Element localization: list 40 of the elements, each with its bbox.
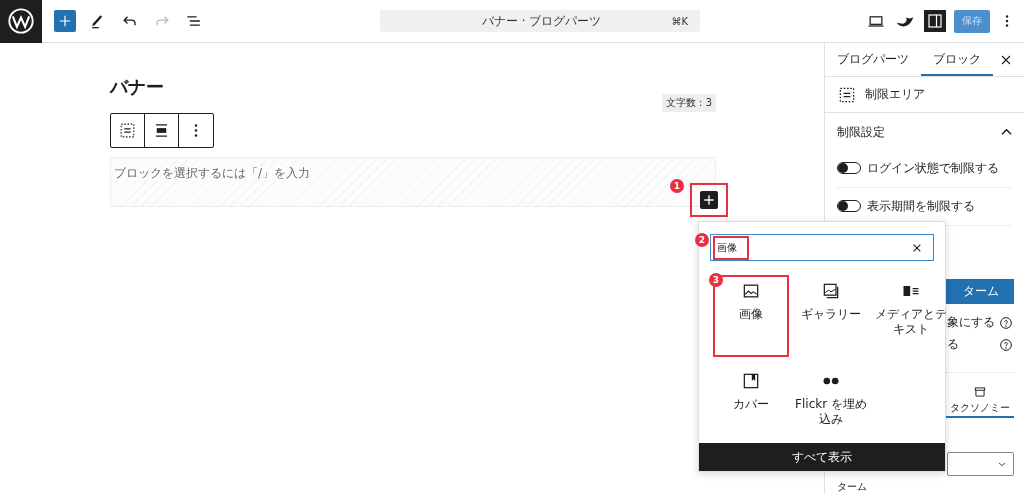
toggle-switch[interactable] — [837, 162, 861, 175]
block-name: 制限エリア — [865, 86, 925, 104]
block-option[interactable]: ギャラリー — [791, 273, 871, 353]
field-label: ターム — [836, 480, 868, 494]
word-count: 文字数 : 3 — [661, 94, 716, 112]
help-icon — [998, 315, 1014, 331]
select-field[interactable] — [947, 452, 1014, 476]
logo-icon — [7, 7, 35, 35]
plus-icon — [701, 192, 717, 208]
block-option[interactable]: Flickr を埋め込み — [791, 363, 871, 443]
shortcut-hint: ⌘K — [671, 15, 688, 27]
panel-title: 制限設定 — [837, 124, 885, 141]
toggle-label: 表示期間を制限する — [867, 197, 975, 215]
taxonomy-tab[interactable]: タクソノミー — [946, 383, 1014, 418]
sidebar-tab[interactable]: ブログパーツ — [837, 43, 921, 76]
option-label: る — [947, 336, 959, 354]
step-badge: 3 — [709, 273, 723, 287]
settings-toggle[interactable] — [924, 10, 946, 32]
sidebar-tab[interactable]: ブロック — [921, 43, 993, 76]
toggle-label: ログイン状態で制限する — [867, 159, 999, 177]
page-title: バナー — [110, 76, 165, 98]
help-icon — [998, 337, 1014, 353]
archive-icon — [973, 385, 987, 400]
highlight-frame — [690, 183, 728, 217]
document-title: バナー · ブログパーツ — [481, 12, 603, 30]
command-bar[interactable]: バナー · ブログパーツ ⌘K — [380, 10, 700, 32]
step-badge: 2 — [695, 232, 709, 247]
sidebar-icon — [926, 12, 944, 30]
add-block-button[interactable] — [54, 10, 76, 32]
option-label: 象にする — [947, 315, 995, 332]
placeholder-text: ブロックを選択するには「/」を入力 — [114, 166, 311, 180]
toggle-switch[interactable] — [837, 200, 861, 213]
logo-button[interactable] — [0, 0, 42, 43]
bookmark-page-icon — [741, 371, 761, 391]
highlight-frame — [713, 235, 749, 260]
gallery-icon — [821, 281, 841, 301]
panel-header[interactable]: 制限設定 — [825, 115, 1024, 150]
show-all-button[interactable]: すべて表示 — [699, 443, 945, 471]
inserter-button[interactable] — [700, 191, 718, 209]
block-option[interactable]: カバー — [711, 363, 791, 443]
